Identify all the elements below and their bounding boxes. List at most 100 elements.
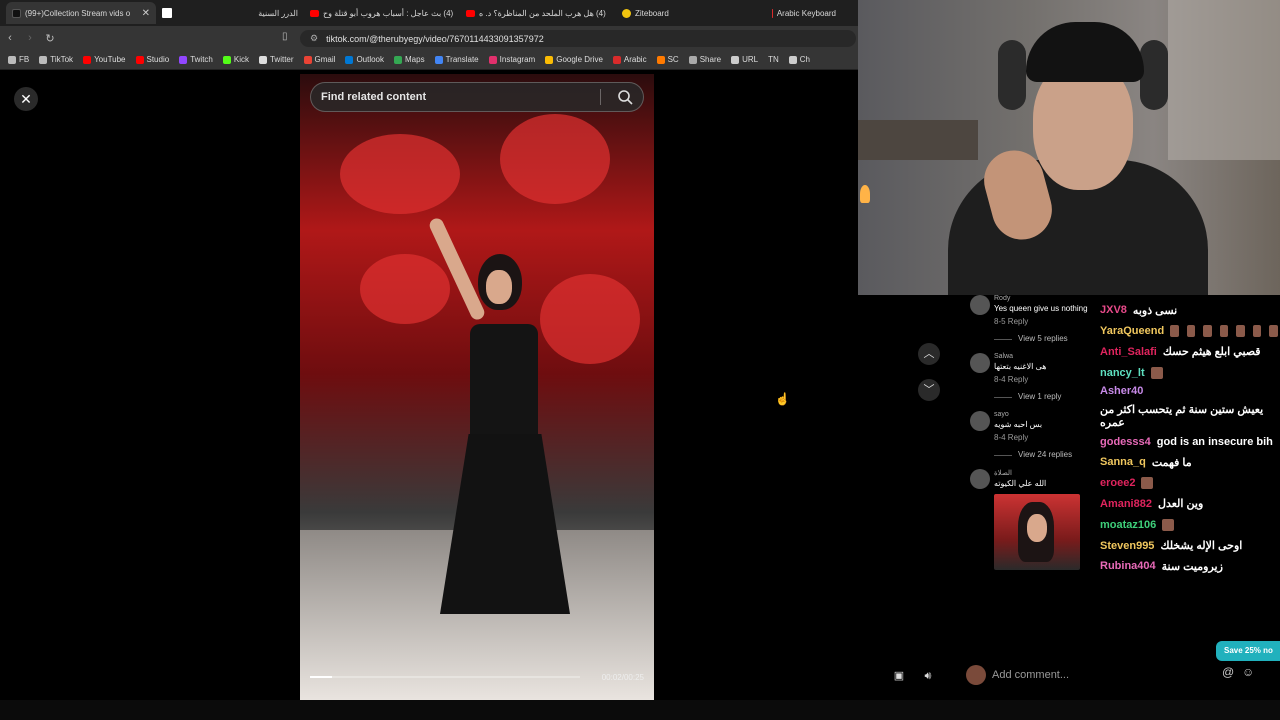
bookmark-label: URL	[742, 55, 759, 64]
comment-username[interactable]: sayo	[994, 411, 1100, 418]
chat-text: زيروميت سنة	[1161, 560, 1223, 573]
bookmark-twitch[interactable]: Twitch	[179, 55, 213, 64]
close-tab-icon[interactable]: ✕	[142, 8, 150, 19]
bookmark-instagram[interactable]: Instagram	[488, 55, 535, 64]
bookmark-kick[interactable]: Kick	[222, 55, 249, 64]
comments-list: Rody Yes queen give us nothing 8-5 Reply Vi…	[960, 295, 1100, 660]
bookmark-arabic[interactable]: Arabic	[612, 55, 647, 64]
screen: (99+)Collection Stream vids o ✕ الدرر ال…	[0, 0, 1280, 720]
comment-username[interactable]: Rody	[994, 295, 1100, 302]
chat-username[interactable]: Sanna_q	[1100, 456, 1146, 468]
close-video-button[interactable]: ✕	[14, 87, 38, 111]
chat-text: god is an insecure bih	[1156, 435, 1273, 448]
find-related-search[interactable]: Find related content	[310, 82, 644, 112]
arabic-keyboard-icon	[772, 8, 773, 18]
promo-badge[interactable]: Save 25% no	[1216, 641, 1280, 661]
tab-title: (99+)Collection Stream vids o	[25, 8, 131, 18]
chat-username[interactable]: Rubina404	[1100, 560, 1156, 572]
bookmark-studio[interactable]: Studio	[135, 55, 169, 64]
gmail-icon	[303, 55, 312, 64]
search-icon[interactable]	[617, 89, 633, 105]
view-replies-button[interactable]: View 24 replies	[994, 450, 1100, 459]
chat-username[interactable]: moataz106	[1100, 519, 1156, 531]
forward-icon[interactable]: ›	[20, 32, 40, 44]
site-info-icon[interactable]: ⚙	[310, 33, 318, 44]
avatar[interactable]	[970, 411, 990, 431]
view-replies-button[interactable]: View 1 reply	[994, 392, 1100, 401]
emote-icon	[1219, 325, 1229, 338]
tab-dorar[interactable]: الدرر السنية	[256, 2, 304, 24]
bookmark-maps[interactable]: Maps	[394, 55, 425, 64]
back-icon[interactable]: ‹	[0, 32, 20, 44]
cloud-icon	[688, 55, 697, 64]
comment-meta[interactable]: 8-5 Reply	[994, 317, 1100, 326]
bookmark-label: SC	[667, 55, 679, 64]
chat-message: Steven995 اوحى الإله يشخلك	[1100, 535, 1280, 556]
next-video-button[interactable]: ﹀	[918, 379, 940, 401]
comment-meta[interactable]: 8-4 Reply	[994, 433, 1100, 442]
comment-item: sayo بس احبه شويه 8-4 Reply View 24 replies	[960, 411, 1100, 459]
bookmark-fb[interactable]: FB	[8, 55, 29, 64]
comment-input[interactable]: Add comment...	[992, 665, 1220, 685]
tab-youtube-2[interactable]: (4) هل هرب الملحد من المناظرة؟ د. ه	[460, 2, 616, 24]
url-field[interactable]: ⚙ tiktok.com/@therubyegy/video/767011443…	[300, 30, 856, 47]
video-progress-fill	[310, 676, 332, 678]
avatar[interactable]	[970, 353, 990, 373]
emote-icon	[1170, 325, 1179, 338]
bookmark-label: Kick	[233, 55, 249, 64]
comment-meta[interactable]: 8-4 Reply	[994, 375, 1100, 384]
mention-icon[interactable]: @	[1222, 665, 1234, 679]
chat-username[interactable]: YaraQueend	[1100, 325, 1164, 337]
translate-icon	[434, 55, 443, 64]
bookmark-sc[interactable]: SC	[656, 55, 679, 64]
bookmark-ch[interactable]: Ch	[788, 55, 810, 64]
arabic-icon	[612, 55, 621, 64]
chat-username[interactable]: godesss4	[1100, 436, 1151, 448]
chat-username[interactable]: JXV8	[1100, 304, 1127, 316]
bookmark-tn[interactable]: TN	[768, 55, 779, 64]
bookmark-label: Arabic	[623, 55, 647, 64]
comment-image[interactable]	[994, 494, 1080, 570]
emoji-icon[interactable]: ☺	[1242, 665, 1254, 679]
video-player[interactable]: Find related content 00:02/00:25	[300, 74, 654, 700]
avatar[interactable]	[970, 469, 990, 489]
comment-username[interactable]: الصلاة	[994, 469, 1100, 477]
tab-ziteboard[interactable]: Ziteboard	[616, 2, 766, 24]
chat-username[interactable]: Anti_Salafi	[1100, 346, 1157, 358]
tab-blank[interactable]	[156, 2, 256, 24]
youtube-studio-icon	[135, 55, 144, 64]
bookmark-icon[interactable]: ▯	[282, 31, 288, 42]
comment-bar: Add comment... @ ☺	[960, 660, 1260, 690]
bookmark-outlook[interactable]: Outlook	[345, 55, 384, 64]
reload-icon[interactable]: ↻	[40, 32, 60, 45]
bookmark-label: Outlook	[356, 55, 385, 64]
tab-youtube-1[interactable]: (4) بث عاجل : أسباب هروب أبو قتلة وح	[304, 2, 460, 24]
bookmarks-bar: FB TikTok YouTube Studio Twitch Kick Twitter Gm…	[0, 50, 858, 70]
bookmark-twitter[interactable]: Twitter	[258, 55, 294, 64]
chat-username[interactable]: nancy_lt	[1100, 367, 1145, 379]
bookmark-gmail[interactable]: Gmail	[303, 55, 335, 64]
bookmark-tiktok[interactable]: TikTok	[39, 55, 73, 64]
view-replies-button[interactable]: View 5 replies	[994, 334, 1100, 343]
folder-icon	[8, 55, 16, 64]
volume-icon[interactable]: 🔊︎	[918, 666, 938, 686]
bottom-strip	[0, 700, 1280, 720]
chat-username[interactable]: Amani882	[1100, 498, 1152, 510]
emote-icon	[1252, 325, 1262, 338]
video-progress-bar[interactable]	[310, 676, 580, 678]
bookmark-youtube[interactable]: YouTube	[83, 55, 126, 64]
picture-in-picture-icon[interactable]: ▣	[889, 666, 909, 686]
tab-arabic-keyboard[interactable]: Arabic Keyboard	[766, 2, 842, 24]
tab-tiktok[interactable]: (99+)Collection Stream vids o ✕	[6, 2, 156, 24]
bookmark-label: Share	[699, 55, 722, 64]
comment-username[interactable]: Salwa	[994, 353, 1100, 360]
chat-username[interactable]: eroee2	[1100, 477, 1135, 489]
chat-username[interactable]: Asher40	[1100, 385, 1143, 397]
bookmark-translate[interactable]: Translate	[434, 55, 479, 64]
previous-video-button[interactable]: ︿	[918, 343, 940, 365]
avatar[interactable]	[970, 295, 990, 315]
bookmark-google-drive[interactable]: Google Drive	[545, 55, 603, 64]
chat-username[interactable]: Steven995	[1100, 540, 1154, 552]
bookmark-share[interactable]: Share	[688, 55, 722, 64]
bookmark-url[interactable]: URL	[731, 55, 758, 64]
